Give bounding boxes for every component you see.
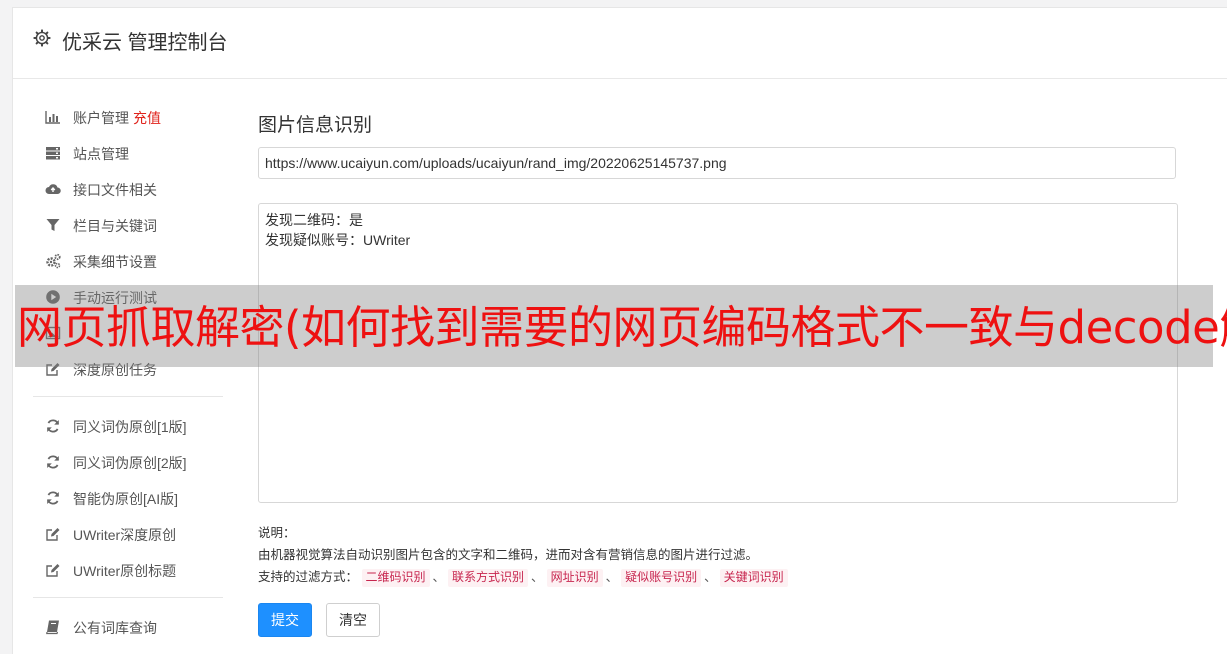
- cloud-upload-icon: [45, 184, 61, 194]
- filter-label: 支持的过滤方式：: [258, 570, 359, 584]
- filter-tag: 疑似账号识别: [621, 569, 702, 587]
- filter-tag: 联系方式识别: [448, 569, 529, 587]
- sidebar-divider: [33, 396, 223, 397]
- edit-icon: [46, 528, 60, 541]
- gears-icon: [46, 253, 61, 269]
- sidebar-item-uwriter-deep[interactable]: UWriter深度原创: [33, 523, 223, 547]
- filter-separator: 、: [531, 570, 544, 584]
- sidebar-item-synonym-v2[interactable]: 同义词伪原创[2版]: [33, 451, 223, 475]
- server-icon: [46, 147, 60, 160]
- notes-description: 由机器视觉算法自动识别图片包含的文字和二维码，进而对含有营销信息的图片进行过滤。: [258, 548, 759, 562]
- sidebar-item-interface-files[interactable]: 接口文件相关: [33, 178, 223, 202]
- submit-button[interactable]: 提交: [258, 603, 312, 637]
- filter-separator: 、: [605, 570, 619, 584]
- filter-methods: 支持的过滤方式： 二维码识别、联系方式识别、网址识别、疑似账号识别、关键词识别: [258, 566, 788, 588]
- notes: 说明： 由机器视觉算法自动识别图片包含的文字和二维码，进而对含有营销信息的图片进…: [258, 522, 788, 588]
- sidebar-item-ai-rewrite[interactable]: 智能伪原创[AI版]: [33, 487, 223, 511]
- filter-tag: 网址识别: [546, 569, 603, 587]
- filter-separator: 、: [432, 570, 446, 584]
- refresh-icon: [47, 491, 59, 505]
- image-url-input[interactable]: https://www.ucaiyun.com/uploads/ucaiyun/…: [258, 147, 1176, 179]
- page-title: 优采云 管理控制台: [62, 32, 228, 54]
- sidebar-item-label: 公有词库查询: [73, 620, 157, 636]
- book-icon: [46, 620, 59, 635]
- sidebar-item-label: 账户管理: [73, 110, 129, 126]
- sidebar-item-label: 同义词伪原创[1版]: [73, 419, 187, 435]
- result-line: 发现疑似账号：UWriter: [265, 232, 411, 248]
- result-line: 发现二维码：是: [265, 212, 363, 228]
- recharge-link[interactable]: 充值: [133, 110, 161, 126]
- header: 优采云 管理控制台: [13, 8, 1227, 79]
- bar-chart-icon: [45, 111, 60, 124]
- sidebar-item-account[interactable]: 账户管理 充值: [33, 106, 223, 130]
- section-title: 图片信息识别: [258, 115, 373, 136]
- filter-tag: 关键词识别: [719, 569, 788, 587]
- sidebar-item-label: 站点管理: [73, 146, 129, 162]
- filter-tag: 二维码识别: [361, 569, 430, 587]
- sidebar-divider: [33, 597, 223, 598]
- sidebar-item-label: UWriter深度原创: [73, 527, 177, 543]
- refresh-icon: [47, 455, 59, 469]
- sidebar-item-collect-settings[interactable]: 采集细节设置: [33, 250, 223, 274]
- sidebar-item-label: 智能伪原创[AI版]: [73, 491, 179, 507]
- sidebar-item-sites[interactable]: 站点管理: [33, 142, 223, 166]
- sidebar-item-synonym-v1[interactable]: 同义词伪原创[1版]: [33, 415, 223, 439]
- notes-label: 说明：: [258, 526, 296, 540]
- sidebar-item-label: 接口文件相关: [73, 182, 157, 198]
- sidebar-item-label: UWriter原创标题: [73, 563, 177, 579]
- sidebar-item-public-lexicon[interactable]: 公有词库查询: [33, 616, 223, 640]
- filter-icon: [46, 219, 60, 231]
- sidebar-item-uwriter-title[interactable]: UWriter原创标题: [33, 559, 223, 583]
- sidebar-item-label: 采集细节设置: [73, 254, 157, 270]
- edit-icon: [46, 564, 60, 577]
- filter-separator: 、: [704, 570, 717, 584]
- sidebar-item-label: 同义词伪原创[2版]: [73, 455, 187, 471]
- sidebar-item-label: 栏目与关键词: [73, 218, 157, 234]
- sidebar-item-columns-keywords[interactable]: 栏目与关键词: [33, 214, 223, 238]
- overlay-title: 网页抓取解密(如何找到需要的网页编码格式不一致与decode解: [17, 301, 1227, 354]
- gear-icon: [33, 29, 51, 47]
- refresh-icon: [47, 419, 59, 433]
- clear-button[interactable]: 清空: [326, 603, 380, 637]
